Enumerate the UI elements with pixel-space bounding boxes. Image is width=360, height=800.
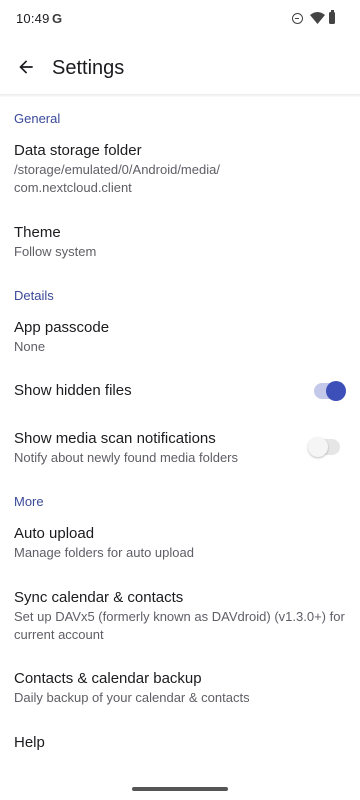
back-button[interactable] [8,49,44,85]
pref-media-scan-notifications[interactable]: Show media scan notifications Notify abo… [14,429,346,467]
pref-title: Data storage folder [14,142,142,159]
pref-data-storage-folder[interactable]: Data storage folder /storage/emulated/0/… [14,141,346,197]
pref-summary: Manage folders for auto upload [14,545,194,560]
page-title: Settings [52,57,125,79]
pref-app-passcode[interactable]: App passcode None [14,318,346,356]
media-scan-toggle[interactable] [308,437,340,457]
toggle-thumb [326,381,346,401]
google-icon: G [52,11,63,26]
toggle-thumb [308,437,328,457]
pref-title: Contacts & calendar backup [14,670,202,687]
pref-title: Auto upload [14,525,95,542]
section-header-details: Details [14,288,54,303]
pref-title: Theme [14,224,61,241]
pref-title: App passcode [14,319,110,336]
app-bar-divider [0,94,360,97]
pref-theme[interactable]: Theme Follow system [14,223,346,261]
pref-sync-calendar-contacts[interactable]: Sync calendar & contacts Set up DAVx5 (f… [14,588,346,644]
pref-show-hidden-files[interactable]: Show hidden files [14,381,346,401]
status-bar: 10:49 G [0,0,360,38]
pref-title: Show hidden files [14,382,132,399]
pref-help[interactable]: Help [14,733,346,753]
pref-contacts-calendar-backup[interactable]: Contacts & calendar backup Daily backup … [14,669,346,707]
pref-summary: Set up DAVx5 (formerly known as DAVdroid… [14,609,345,624]
pref-summary: current account [14,627,104,642]
section-header-general: General [14,111,61,126]
battery-icon [329,10,335,24]
arrow-back-icon [19,60,33,74]
pref-summary: None [14,339,46,354]
status-time: 10:49 [16,11,50,26]
pref-summary: com.nextcloud.client [14,180,132,195]
pref-summary: Notify about newly found media folders [14,450,239,465]
pref-title: Help [14,734,45,751]
pref-title: Show media scan notifications [14,430,216,447]
pref-summary: Follow system [14,244,97,259]
section-header-more: More [14,494,44,509]
show-hidden-files-toggle[interactable] [314,381,346,401]
wifi-icon [310,12,325,24]
pref-title: Sync calendar & contacts [14,589,184,606]
app-bar: Settings [0,38,360,96]
gesture-nav-handle[interactable] [132,787,228,791]
pref-summary: /storage/emulated/0/Android/media/ [14,162,220,177]
pref-summary: Daily backup of your calendar & contacts [14,690,250,705]
pref-auto-upload[interactable]: Auto upload Manage folders for auto uplo… [14,524,346,562]
do-not-disturb-icon [292,13,303,24]
